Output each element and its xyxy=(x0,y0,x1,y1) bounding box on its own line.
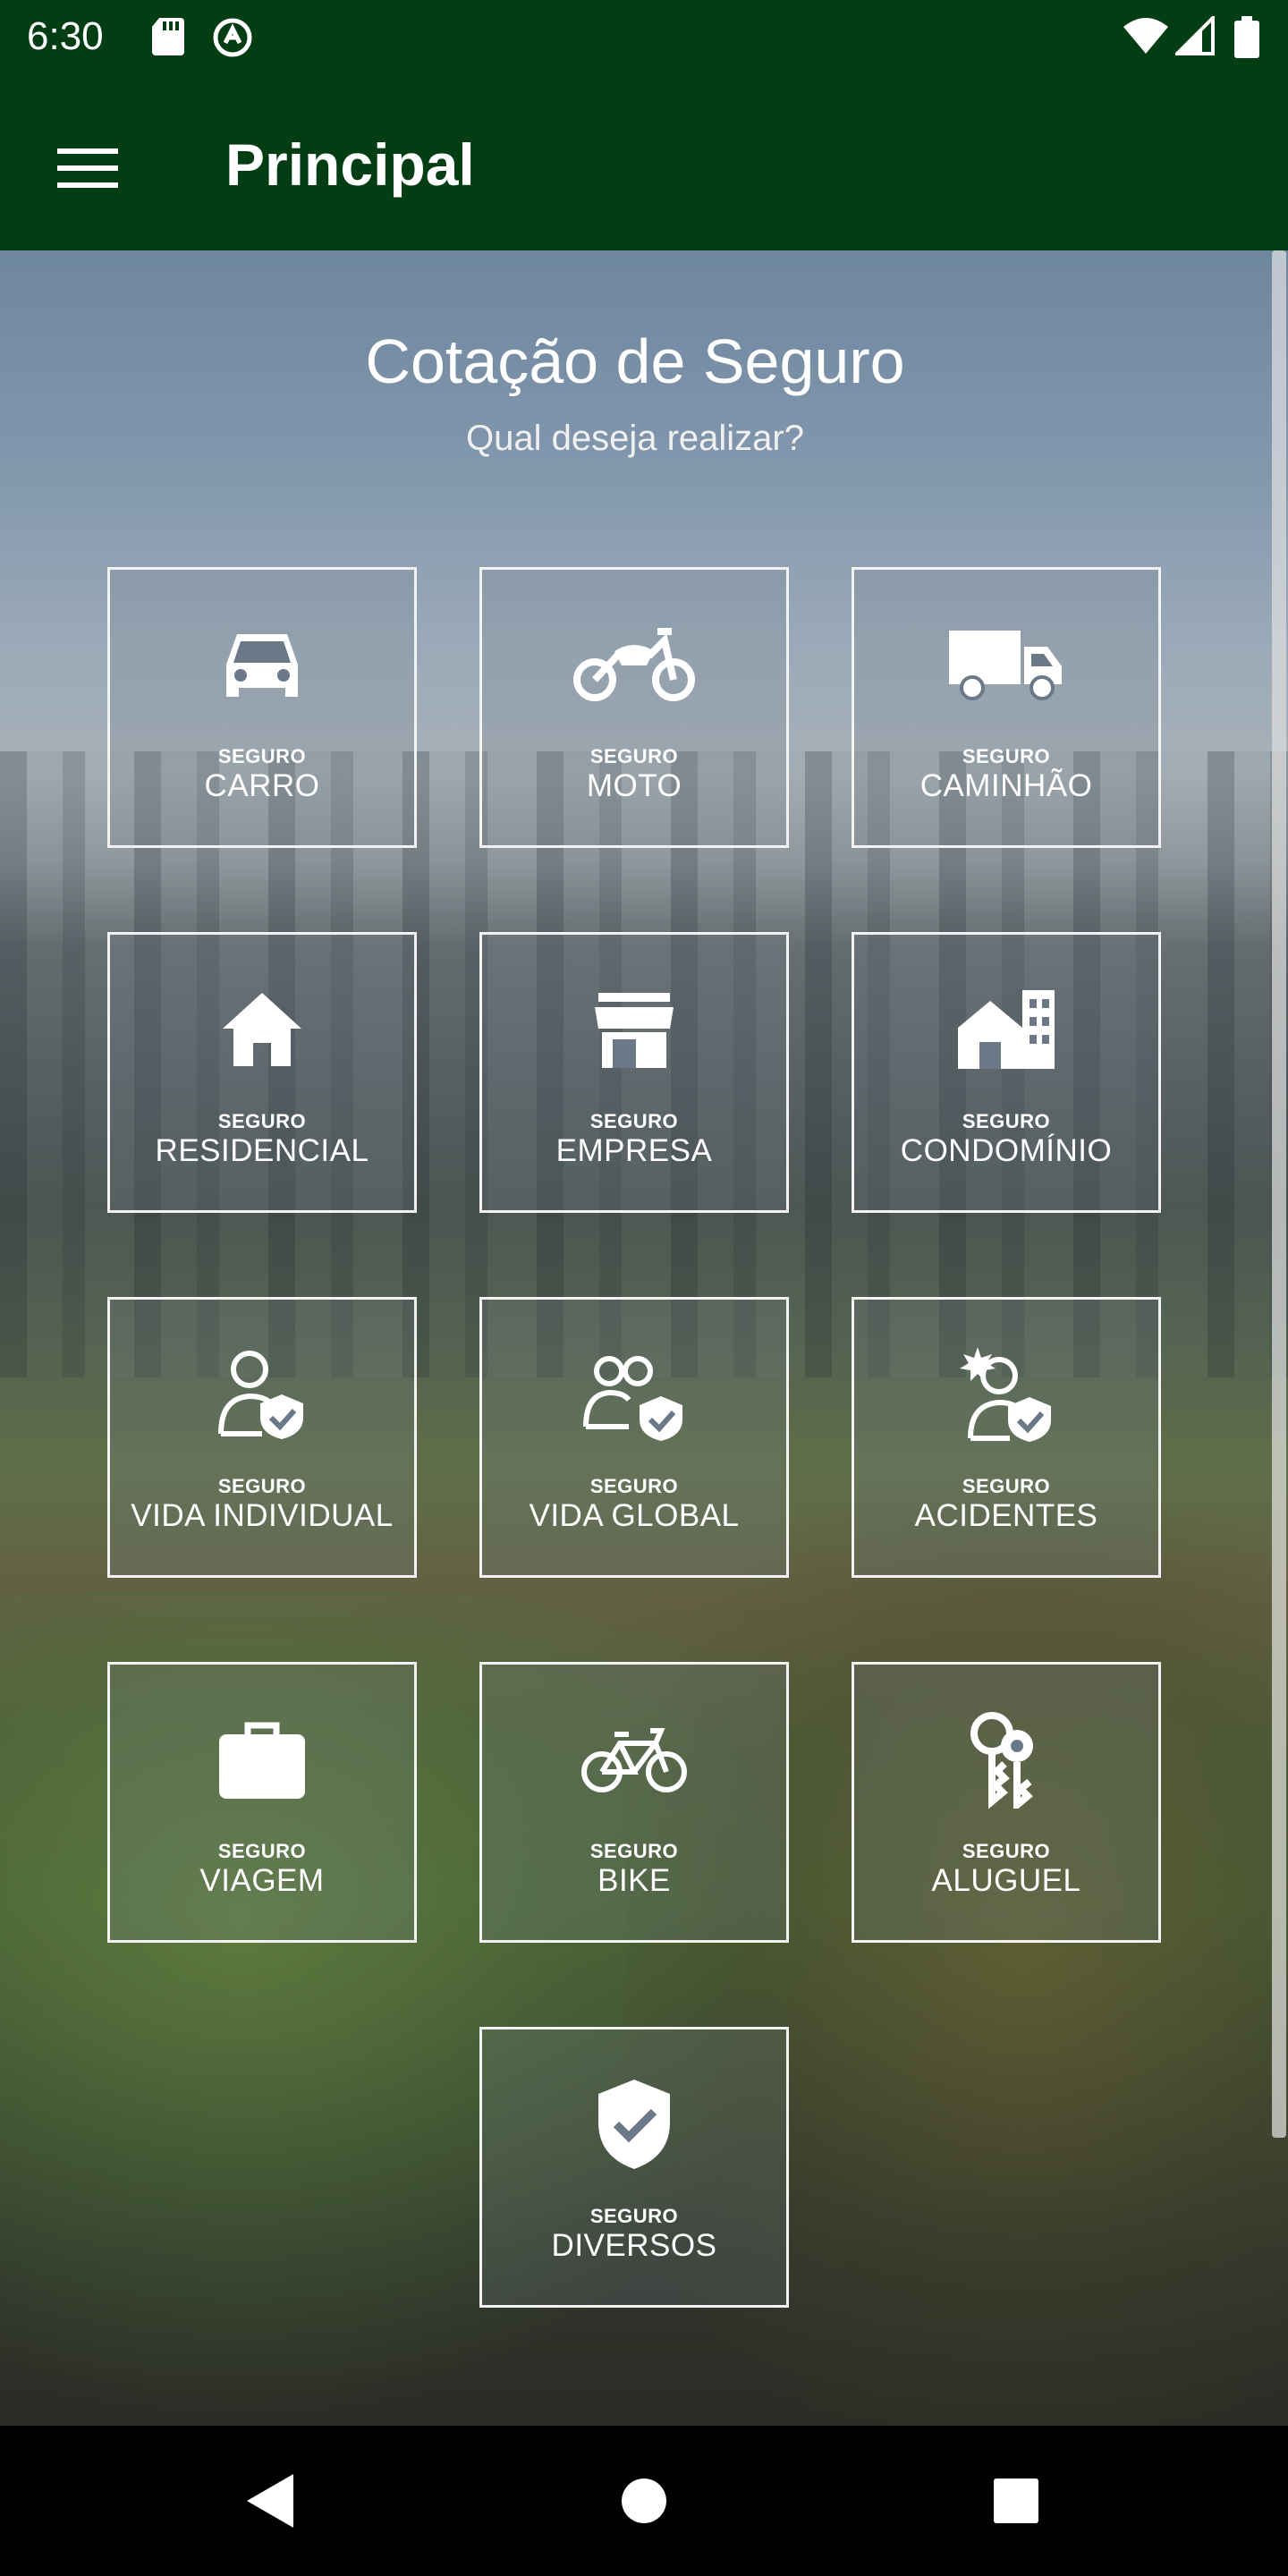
recents-square-icon xyxy=(994,2479,1038,2523)
tile-label: EMPRESA xyxy=(555,1133,713,1168)
tile-acidentes[interactable]: SEGURO ACIDENTES xyxy=(852,1297,1161,1578)
truck-icon xyxy=(949,631,1062,700)
person-shield-icon xyxy=(218,1351,303,1439)
recents-button[interactable] xyxy=(980,2465,1052,2537)
sync-icon xyxy=(211,16,254,64)
tile-carro[interactable]: SEGURO CARRO xyxy=(107,567,417,848)
tile-label: ACIDENTES xyxy=(914,1498,1098,1533)
house-icon xyxy=(223,993,301,1066)
home-button[interactable] xyxy=(608,2465,680,2537)
status-time: 6:30 xyxy=(27,14,104,58)
tile-prefix: SEGURO xyxy=(217,1475,307,1497)
tile-prefix: SEGURO xyxy=(962,1110,1051,1132)
tile-condominio[interactable]: SEGURO CONDOMÍNIO xyxy=(852,932,1161,1213)
app-title: Principal xyxy=(225,131,475,198)
wifi-icon xyxy=(1122,16,1170,60)
briefcase-icon xyxy=(219,1722,305,1799)
tile-diversos[interactable]: SEGURO DIVERSOS xyxy=(479,2027,789,2308)
tile-prefix: SEGURO xyxy=(589,1840,679,1862)
tile-prefix: SEGURO xyxy=(962,745,1051,767)
tile-label: CAMINHÃO xyxy=(919,768,1093,803)
keys-icon xyxy=(970,1712,1033,1809)
tile-label: VIDA GLOBAL xyxy=(529,1498,740,1533)
tile-prefix: SEGURO xyxy=(217,745,307,767)
accident-person-icon xyxy=(960,1347,1051,1442)
tile-prefix: SEGURO xyxy=(217,1110,307,1132)
tile-prefix: SEGURO xyxy=(589,1475,679,1497)
tile-vida-global[interactable]: SEGURO VIDA GLOBAL xyxy=(479,1297,789,1578)
tile-residencial[interactable]: SEGURO RESIDENCIAL xyxy=(107,932,417,1213)
tile-label: BIKE xyxy=(597,1863,671,1898)
shield-check-icon xyxy=(598,2080,670,2169)
navigation-bar xyxy=(0,2426,1288,2576)
menu-button[interactable] xyxy=(45,125,131,211)
page-subheading: Qual deseja realizar? xyxy=(466,419,804,458)
tile-label: CARRO xyxy=(204,768,320,803)
tile-vida-individual[interactable]: SEGURO VIDA INDIVIDUAL xyxy=(107,1297,417,1578)
bicycle-icon xyxy=(581,1728,687,1792)
back-triangle-icon xyxy=(247,2474,293,2528)
tile-prefix: SEGURO xyxy=(217,1840,307,1862)
hamburger-menu-icon xyxy=(57,148,118,188)
tile-label: VIAGEM xyxy=(199,1863,325,1898)
building-icon xyxy=(958,990,1055,1069)
tile-bike[interactable]: SEGURO BIKE xyxy=(479,1662,789,1943)
tile-caminhao[interactable]: SEGURO CAMINHÃO xyxy=(852,567,1161,848)
tile-label: CONDOMÍNIO xyxy=(900,1133,1113,1168)
tile-viagem[interactable]: SEGURO VIAGEM xyxy=(107,1662,417,1943)
sd-card-icon xyxy=(150,16,186,62)
battery-icon xyxy=(1234,16,1259,64)
tile-prefix: SEGURO xyxy=(589,2205,679,2227)
tile-prefix: SEGURO xyxy=(589,1110,679,1132)
page-heading: Cotação de Seguro xyxy=(365,326,905,396)
tile-moto[interactable]: SEGURO MOTO xyxy=(479,567,789,848)
group-shield-icon xyxy=(583,1356,682,1441)
tile-label: VIDA INDIVIDUAL xyxy=(131,1498,394,1533)
tile-label: MOTO xyxy=(586,768,682,803)
back-button[interactable] xyxy=(234,2465,306,2537)
tile-label: RESIDENCIAL xyxy=(155,1133,369,1168)
tile-prefix: SEGURO xyxy=(962,1475,1051,1497)
home-circle-icon xyxy=(622,2479,666,2523)
tile-label: ALUGUEL xyxy=(931,1863,1081,1898)
car-icon xyxy=(226,634,298,697)
status-bar: 6:30 xyxy=(0,0,1288,75)
tile-prefix: SEGURO xyxy=(962,1840,1051,1862)
tile-prefix: SEGURO xyxy=(589,745,679,767)
cell-signal-icon xyxy=(1173,13,1215,60)
app-bar: Principal xyxy=(0,75,1288,250)
motorcycle-icon xyxy=(573,628,695,701)
scrollbar[interactable] xyxy=(1272,250,1286,2138)
main-content: Cotação de Seguro Qual deseja realizar? … xyxy=(0,250,1288,2426)
tile-aluguel[interactable]: SEGURO ALUGUEL xyxy=(852,1662,1161,1943)
store-icon xyxy=(595,993,674,1068)
tile-label: DIVERSOS xyxy=(551,2228,717,2263)
tile-empresa[interactable]: SEGURO EMPRESA xyxy=(479,932,789,1213)
